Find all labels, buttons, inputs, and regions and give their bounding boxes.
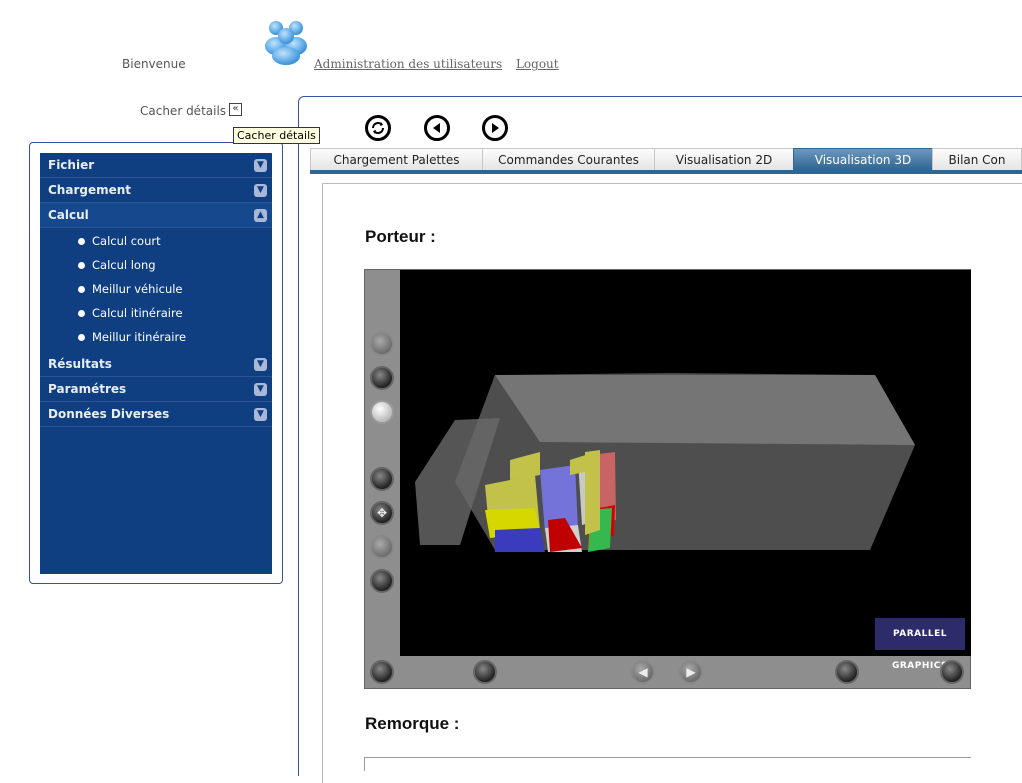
previous-button[interactable] (424, 115, 450, 141)
menu-section-label: Paramétres (48, 382, 127, 396)
bullet-icon (78, 286, 85, 293)
tab-bar: Chargement Palettes Commandes Courantes … (310, 148, 1022, 170)
rotate-icon[interactable] (370, 467, 394, 491)
fullscreen-icon[interactable] (940, 660, 964, 684)
menu-section-fichier[interactable]: Fichier ▼ (40, 153, 272, 178)
tab-strip (310, 170, 1022, 174)
viewer-screen[interactable]: PARALLEL GRAPHICS (400, 270, 971, 671)
submenu-item-calcul-long[interactable]: Calcul long (40, 254, 272, 278)
top-nav: Administration des utilisateurs Logout (314, 57, 569, 71)
logout-link[interactable]: Logout (516, 57, 559, 71)
submenu-item-label: Calcul court (92, 234, 161, 248)
admin-users-link[interactable]: Administration des utilisateurs (314, 57, 502, 71)
truck-3d-scene (415, 373, 915, 552)
submenu-item-label: Meillur véhicule (92, 282, 183, 296)
remorque-title: Remorque : (365, 714, 460, 733)
submenu-item-meillur-vehicule[interactable]: Meillur véhicule (40, 278, 272, 302)
menu-section-label: Calcul (48, 208, 89, 222)
menu-section-parametres[interactable]: Paramétres ▼ (40, 377, 272, 402)
submenu-item-label: Calcul long (92, 258, 156, 272)
chevron-down-icon: ▼ (254, 408, 267, 421)
users-icon (262, 16, 310, 66)
welcome-text: Bienvenue (122, 57, 186, 71)
next-icon (492, 123, 499, 133)
sidebar-menu: Fichier ▼ Chargement ▼ Calcul ▲ Calcul c… (40, 153, 272, 574)
prev-glyph: ◀ (638, 665, 648, 679)
left-panel: Fichier ▼ Chargement ▼ Calcul ▲ Calcul c… (29, 142, 283, 584)
refresh-icon (372, 122, 384, 134)
menu-section-chargement[interactable]: Chargement ▼ (40, 178, 272, 203)
porteur-title: Porteur : (365, 227, 436, 246)
next-button[interactable] (482, 115, 508, 141)
submenu-item-label: Calcul itinéraire (92, 306, 183, 320)
bullet-icon (78, 334, 85, 341)
viewpoint-icon[interactable] (473, 660, 497, 684)
light-icon[interactable] (370, 400, 394, 424)
parallel-graphics-logo: PARALLEL GRAPHICS (875, 618, 965, 671)
menu-section-donnees-diverses[interactable]: Données Diverses ▼ (40, 402, 272, 427)
tab-bilan[interactable]: Bilan Con (932, 148, 1022, 170)
next-viewpoint-icon[interactable]: ▶ (679, 660, 703, 684)
collapse-details-button[interactable]: « (229, 103, 242, 116)
chevron-down-icon: ▼ (254, 383, 267, 396)
chevron-down-icon: ▼ (254, 184, 267, 197)
prev-viewpoint-icon[interactable]: ◀ (631, 660, 655, 684)
menu-section-label: Résultats (48, 357, 112, 371)
zoom-icon[interactable] (370, 569, 394, 593)
chevron-down-icon: ▼ (254, 159, 267, 172)
menu-section-label: Données Diverses (48, 407, 170, 421)
move-icon[interactable]: ✥ (370, 501, 394, 525)
calcul-submenu: Calcul court Calcul long Meillur véhicul… (40, 228, 272, 352)
refresh-button[interactable] (365, 115, 391, 141)
hide-details-label: Cacher détails (140, 104, 227, 118)
bullet-icon (78, 310, 85, 317)
3d-viewer[interactable]: PARALLEL GRAPHICS ✥ ◀ ▶ (364, 269, 971, 689)
submenu-item-calcul-itineraire[interactable]: Calcul itinéraire (40, 302, 272, 326)
chevron-down-icon: ▼ (254, 358, 267, 371)
tab-visualisation-3d[interactable]: Visualisation 3D (793, 148, 933, 170)
bullet-icon (78, 238, 85, 245)
menu-section-calcul[interactable]: Calcul ▲ (40, 203, 272, 228)
previous-icon (433, 123, 440, 133)
submenu-item-calcul-court[interactable]: Calcul court (40, 230, 272, 254)
submenu-item-label: Meillur itinéraire (92, 330, 187, 344)
tooltip: Cacher détails (233, 127, 320, 144)
head-icon[interactable] (370, 366, 394, 390)
drop-icon[interactable] (370, 332, 394, 356)
tab-commandes-courantes[interactable]: Commandes Courantes (482, 148, 655, 170)
settings-icon[interactable] (370, 660, 394, 684)
tab-chargement-palettes[interactable]: Chargement Palettes (310, 148, 483, 170)
bullet-icon (78, 262, 85, 269)
pan-icon[interactable] (370, 535, 394, 559)
menu-section-label: Chargement (48, 183, 132, 197)
next-glyph: ▶ (686, 665, 696, 679)
submenu-item-meillur-itineraire[interactable]: Meillur itinéraire (40, 326, 272, 350)
menu-section-resultats[interactable]: Résultats ▼ (40, 352, 272, 377)
reset-icon[interactable] (835, 660, 859, 684)
chevron-up-icon: ▲ (254, 209, 267, 222)
move-glyph: ✥ (376, 506, 388, 520)
menu-section-label: Fichier (48, 158, 95, 172)
tab-visualisation-2d[interactable]: Visualisation 2D (654, 148, 794, 170)
